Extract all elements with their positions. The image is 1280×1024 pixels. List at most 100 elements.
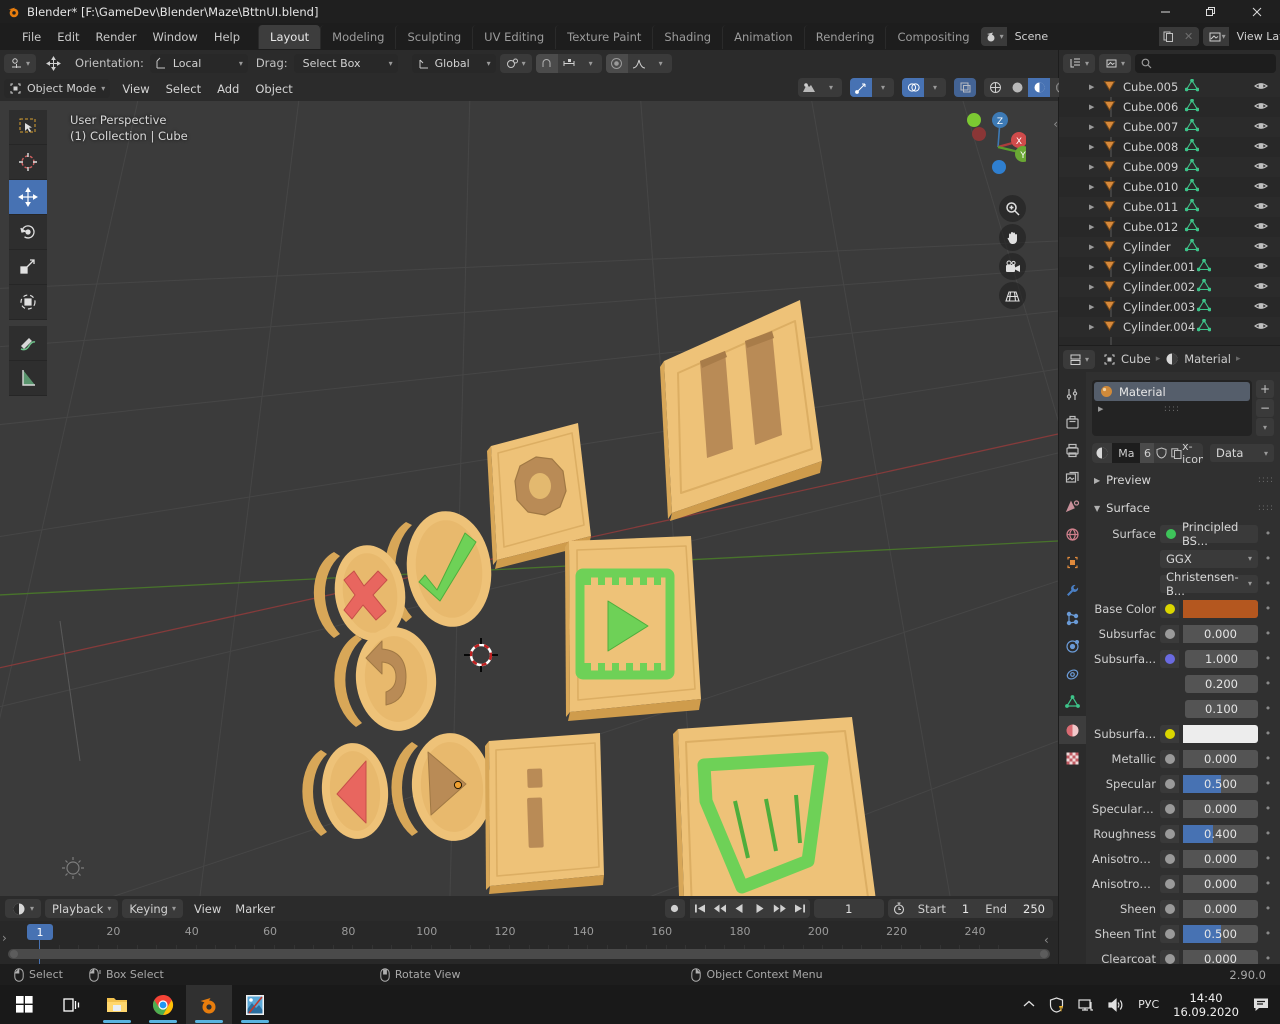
annotate-tool[interactable] [9, 326, 47, 361]
animate-property-dot[interactable]: • [1262, 952, 1274, 964]
outliner-item-label[interactable]: Cube.008 [1123, 140, 1178, 154]
animate-property-dot[interactable]: • [1262, 827, 1274, 840]
workspace-tab-rendering[interactable]: Rendering [803, 24, 886, 49]
chevron-down-icon[interactable]: ▾ [872, 78, 894, 97]
expand-triangle-icon[interactable]: ▶ [1089, 163, 1094, 171]
mesh-data-icon[interactable] [1184, 238, 1199, 255]
drag-action-dropdown[interactable]: Select Box ▾ [293, 53, 398, 73]
outliner-row[interactable]: ▶ Cylinder.004 [1059, 317, 1280, 337]
mesh-data-icon[interactable] [1197, 258, 1212, 275]
material-link-dropdown[interactable]: Data ▾ [1210, 444, 1274, 462]
navigation-gizmo[interactable]: Z X Y [954, 107, 1026, 179]
viewport-canvas[interactable] [0, 101, 1058, 896]
outliner-row[interactable]: ▶ Cylinder.003 [1059, 297, 1280, 317]
new-scene-button[interactable] [1158, 27, 1179, 46]
mesh-object-icon[interactable] [1103, 179, 1117, 195]
eye-icon[interactable] [1254, 140, 1268, 154]
input-socket[interactable] [1160, 774, 1179, 793]
zoom-icon[interactable] [999, 195, 1026, 222]
texture-tab[interactable] [1059, 744, 1086, 772]
expand-triangle-icon[interactable]: ▶ [1089, 143, 1094, 151]
shader-property-value[interactable]: 0.000 [1183, 799, 1258, 818]
shader-property-value[interactable]: 0.000 [1183, 624, 1258, 643]
chevron-down-icon[interactable]: ▾ [650, 54, 672, 73]
mesh-object-icon[interactable] [1103, 119, 1117, 135]
surface-panel-header[interactable]: ▼ Surface :::: [1092, 497, 1274, 519]
mesh-object-icon[interactable] [1103, 279, 1117, 295]
prev-keyframe-icon[interactable] [709, 899, 730, 918]
material-id-block[interactable]: Ma 6 x-icon [1092, 443, 1203, 463]
shader-property-value[interactable]: 0.000 [1183, 749, 1258, 768]
menu-help[interactable]: Help [206, 27, 248, 47]
outliner-item-label[interactable]: Cube.007 [1123, 120, 1178, 134]
xray-icon[interactable] [954, 78, 976, 97]
mesh-data-icon[interactable] [1184, 158, 1199, 175]
scene-name[interactable]: Scene [1006, 27, 1159, 46]
mesh-object-icon[interactable] [1103, 139, 1117, 155]
window-minimize-button[interactable] [1142, 0, 1188, 23]
input-socket[interactable] [1160, 849, 1179, 868]
material-slot-row[interactable]: Material [1094, 382, 1250, 401]
eye-icon[interactable] [1254, 200, 1268, 214]
viewport-sidebar-toggle[interactable]: ‹ [1053, 117, 1058, 131]
eye-icon[interactable] [1254, 240, 1268, 254]
viewport-menu-object[interactable]: Object [247, 79, 300, 99]
tweak-select-tool[interactable] [9, 110, 47, 145]
scrollbar-right-handle[interactable] [1040, 950, 1048, 958]
mesh-object-icon[interactable] [1103, 239, 1117, 255]
expand-triangle-icon[interactable]: ▶ [1089, 243, 1094, 251]
eye-icon[interactable] [1254, 220, 1268, 234]
toggle-perspective-icon[interactable] [999, 282, 1026, 309]
camera-view-icon[interactable] [999, 253, 1026, 280]
measure-tool[interactable] [9, 361, 47, 396]
outliner-row[interactable]: ▶ Cube.010 [1059, 177, 1280, 197]
rotate-tool[interactable] [9, 215, 47, 250]
scene-selector[interactable]: ▾ Scene ✕ [980, 27, 1199, 46]
outliner-row[interactable]: ▶ Cube.009 [1059, 157, 1280, 177]
outliner-item-label[interactable]: Cylinder.003 [1123, 300, 1195, 314]
workspace-tab-animation[interactable]: Animation [722, 24, 804, 49]
eye-icon[interactable] [1254, 320, 1268, 334]
mesh-data-icon[interactable] [1197, 298, 1212, 315]
view-layer-selector[interactable]: ▾ View Layer ✕ [1202, 27, 1280, 46]
end-frame-value[interactable]: 250 [1015, 902, 1053, 916]
expand-triangle-icon[interactable]: ▶ [1089, 103, 1094, 111]
gizmo-icon[interactable] [850, 78, 872, 97]
play-icon[interactable] [749, 899, 770, 918]
outliner-row[interactable]: ▶ Cube.008 [1059, 137, 1280, 157]
breadcrumb-material-label[interactable]: Material [1184, 352, 1231, 366]
eye-icon[interactable] [1254, 280, 1268, 294]
mesh-object-icon[interactable] [1103, 259, 1117, 275]
wireframe-shading-icon[interactable] [984, 78, 1006, 97]
outliner-row[interactable]: ▶ Cylinder [1059, 237, 1280, 257]
outliner-row[interactable]: ▶ Cube.006 [1059, 97, 1280, 117]
workspace-tab-texture-paint[interactable]: Texture Paint [555, 24, 652, 49]
workspace-tab-modeling[interactable]: Modeling [320, 24, 395, 49]
mesh-object-icon[interactable] [1103, 159, 1117, 175]
timeline-playback-menu[interactable]: Playback ▾ [45, 899, 119, 918]
animate-property-dot[interactable]: • [1262, 652, 1274, 665]
tool-tab[interactable] [1059, 380, 1086, 408]
animate-property-dot[interactable]: • [1262, 752, 1274, 765]
security-shield-icon[interactable] [1049, 996, 1064, 1013]
expand-triangle-icon[interactable]: ▶ [1089, 183, 1094, 191]
physics-tab[interactable] [1059, 632, 1086, 660]
input-socket[interactable] [1160, 874, 1179, 893]
outliner-tree[interactable]: ▶ Cube.005 ▶ Cube.006 ▶ Cube.007 ▶ Cube.008 ▶ Cub… [1059, 77, 1280, 345]
volume-icon[interactable] [1108, 997, 1124, 1012]
animate-property-dot[interactable]: • [1262, 927, 1274, 940]
outliner-row[interactable]: ▶ Cylinder.002 [1059, 277, 1280, 297]
proportional-edit-icon[interactable] [605, 53, 628, 73]
fake-user-button[interactable] [1154, 443, 1170, 463]
animate-property-dot[interactable]: • [1262, 802, 1274, 815]
mesh-data-icon[interactable] [1184, 218, 1199, 235]
animate-property-dot[interactable]: • [1262, 552, 1274, 565]
input-socket[interactable] [1160, 924, 1179, 943]
breadcrumb-object-label[interactable]: Cube [1121, 352, 1151, 366]
shader-color-swatch[interactable] [1183, 724, 1258, 743]
chevron-down-icon[interactable]: ▾ [924, 78, 946, 97]
input-socket[interactable] [1160, 624, 1179, 643]
modifier-tab[interactable] [1059, 576, 1086, 604]
action-center-icon[interactable] [1253, 997, 1270, 1012]
animate-property-dot[interactable]: • [1262, 527, 1274, 540]
